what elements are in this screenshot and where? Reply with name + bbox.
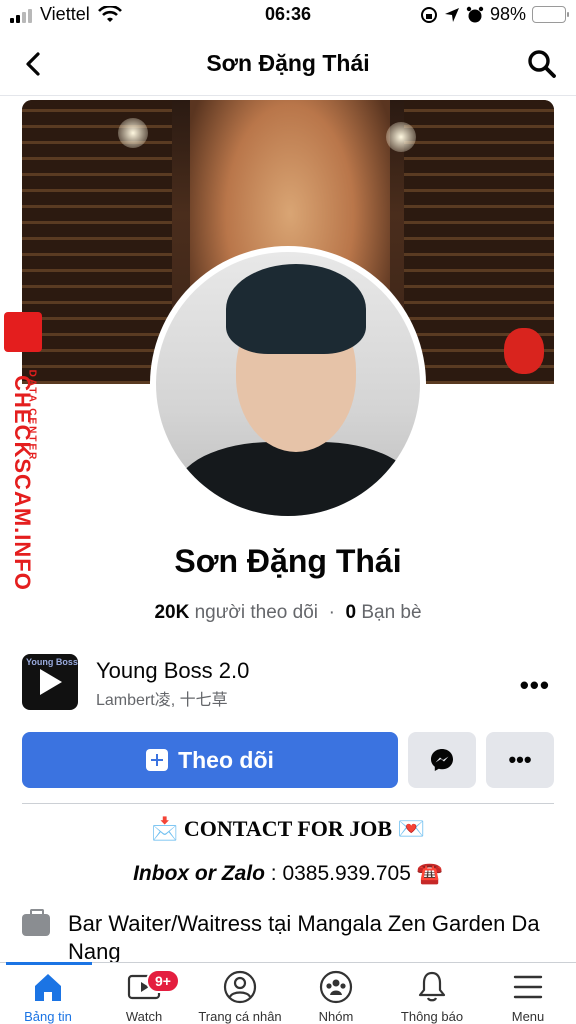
tab-profile-label: Trang cá nhân bbox=[198, 1009, 282, 1024]
menu-icon bbox=[513, 975, 543, 999]
lantern-image bbox=[504, 328, 544, 374]
play-icon[interactable] bbox=[40, 669, 62, 695]
bio-phone: : 0385.939.705 ☎️ bbox=[264, 862, 443, 885]
bio-line-2: Inbox or Zalo : 0385.939.705 ☎️ bbox=[0, 862, 576, 886]
followers-count[interactable]: 20K bbox=[154, 602, 189, 623]
active-tab-indicator bbox=[6, 962, 92, 965]
home-icon bbox=[35, 974, 61, 1001]
song-title: Young Boss 2.0 bbox=[96, 658, 250, 683]
profile-avatar[interactable] bbox=[150, 246, 426, 522]
tab-groups[interactable]: Nhóm bbox=[288, 969, 384, 1024]
bottom-tab-bar: Bảng tin 9+ Watch Trang cá nhân Nhóm Thô… bbox=[0, 962, 576, 1024]
profile-music[interactable]: Young Boss Young Boss 2.0 Lambert凌, 十七草 … bbox=[22, 654, 554, 712]
tab-profile[interactable]: Trang cá nhân bbox=[192, 969, 288, 1024]
rotation-lock-icon bbox=[420, 6, 437, 23]
music-more-button[interactable]: ••• bbox=[520, 670, 550, 701]
bio-contact-method: Inbox or Zalo bbox=[133, 862, 265, 885]
work-text[interactable]: Bar Waiter/Waitress tại Mangala Zen Gard… bbox=[68, 910, 554, 966]
tab-menu[interactable]: Menu bbox=[480, 969, 576, 1024]
messenger-icon bbox=[431, 749, 453, 771]
tab-home-label: Bảng tin bbox=[24, 1009, 72, 1024]
tab-groups-label: Nhóm bbox=[318, 1009, 354, 1024]
profile-more-button[interactable]: ••• bbox=[486, 732, 554, 788]
follow-button[interactable]: Theo dõi bbox=[22, 732, 398, 788]
album-art[interactable]: Young Boss bbox=[22, 654, 78, 710]
follow-label: Theo dõi bbox=[178, 746, 274, 773]
tab-watch-label: Watch bbox=[125, 1009, 163, 1024]
groups-icon bbox=[319, 970, 353, 1004]
tab-watch[interactable]: 9+ Watch bbox=[96, 969, 192, 1024]
profile-icon bbox=[223, 970, 257, 1004]
status-bar: Viettel 06:36 98% bbox=[0, 0, 576, 30]
battery-icon bbox=[532, 6, 569, 23]
song-artist: Lambert凌, 十七草 bbox=[96, 692, 228, 709]
bell-icon bbox=[418, 971, 446, 1002]
alarm-icon bbox=[466, 6, 484, 22]
bio-line-1: 📩 CONTACT FOR JOB 💌 bbox=[151, 816, 425, 841]
tab-menu-label: Menu bbox=[511, 1009, 545, 1024]
followers-label[interactable]: người theo dõi bbox=[195, 602, 318, 623]
watch-badge: 9+ bbox=[146, 969, 180, 993]
tab-notifications[interactable]: Thông báo bbox=[384, 969, 480, 1024]
tab-notifications-label: Thông báo bbox=[400, 1009, 464, 1024]
battery-percent: 98% bbox=[489, 4, 526, 24]
briefcase-icon bbox=[22, 909, 50, 936]
page-title: Sơn Đặng Thái bbox=[206, 50, 370, 76]
divider bbox=[22, 803, 554, 804]
profile-name: Sơn Đặng Thái bbox=[174, 543, 402, 579]
messenger-button[interactable] bbox=[408, 732, 476, 788]
top-nav: Sơn Đặng Thái bbox=[0, 32, 576, 96]
search-icon[interactable] bbox=[526, 48, 558, 80]
follow-plus-icon bbox=[146, 749, 169, 771]
tab-home[interactable]: Bảng tin bbox=[0, 969, 96, 1024]
friends-count[interactable]: 0 bbox=[345, 602, 356, 623]
friends-label[interactable]: Bạn bè bbox=[361, 602, 421, 623]
location-icon bbox=[444, 7, 459, 22]
album-art-text: Young Boss bbox=[26, 657, 78, 667]
watermark-logo-icon bbox=[4, 312, 42, 352]
profile-stats: 20K người theo dõi · 0 Bạn bè bbox=[154, 602, 422, 623]
